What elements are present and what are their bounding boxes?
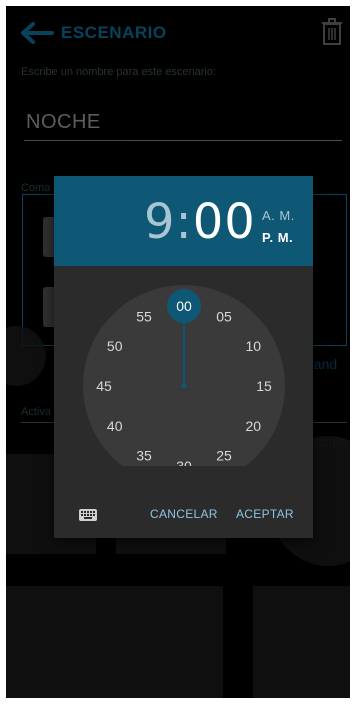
accept-button[interactable]: ACEPTAR bbox=[236, 507, 294, 521]
time-separator: : bbox=[175, 194, 193, 250]
minute-label-35[interactable]: 35 bbox=[136, 447, 152, 463]
minute-label-05[interactable]: 05 bbox=[216, 309, 232, 325]
am-toggle[interactable]: A. M. bbox=[262, 208, 295, 223]
name-prompt: Escribe un nombre para este escenario: bbox=[21, 66, 217, 78]
hour-display[interactable]: 9 bbox=[144, 194, 176, 250]
keyboard-icon[interactable] bbox=[79, 509, 97, 521]
time-picker-header: 9:00 A. M. P. M. bbox=[54, 176, 313, 266]
minute-label-50[interactable]: 50 bbox=[107, 338, 123, 354]
minute-label-45[interactable]: 45 bbox=[96, 378, 112, 394]
time-picker-dialog: 9:00 A. M. P. M. 00 05 10 15 20 25 30 35 40 45 50 5… bbox=[54, 176, 313, 538]
minute-label-25[interactable]: 25 bbox=[216, 447, 232, 463]
clock-center bbox=[181, 383, 187, 389]
minute-label-20[interactable]: 20 bbox=[246, 418, 262, 434]
back-arrow-icon[interactable] bbox=[20, 22, 54, 44]
time-display: 9:00 bbox=[144, 194, 256, 250]
minute-display[interactable]: 00 bbox=[193, 194, 256, 250]
background-tile bbox=[253, 586, 350, 698]
background-tile bbox=[6, 586, 223, 698]
minute-label-10[interactable]: 10 bbox=[246, 338, 262, 354]
pm-toggle[interactable]: P. M. bbox=[262, 230, 293, 245]
minute-label-40[interactable]: 40 bbox=[107, 418, 123, 434]
commands-label: Coma bbox=[21, 182, 51, 194]
top-bar: ESCENARIO bbox=[6, 6, 350, 62]
page-title: ESCENARIO bbox=[61, 23, 167, 42]
dialog-actions: CANCELAR ACEPTAR bbox=[54, 502, 313, 526]
minute-label-30[interactable]: 30 bbox=[176, 458, 192, 466]
minute-clock-dial[interactable]: 00 05 10 15 20 25 30 35 40 45 50 55 bbox=[54, 266, 313, 466]
minute-label-00[interactable]: 00 bbox=[176, 298, 192, 314]
cancel-button[interactable]: CANCELAR bbox=[150, 507, 218, 521]
trash-icon[interactable] bbox=[321, 18, 343, 46]
app-screen: ESCENARIO Escribe un nombre para este es… bbox=[6, 6, 350, 698]
activation-label: Activa bbox=[21, 406, 51, 418]
scenario-name-input[interactable]: NOCHE bbox=[24, 111, 342, 141]
minute-label-55[interactable]: 55 bbox=[136, 309, 152, 325]
minute-label-15[interactable]: 15 bbox=[256, 378, 272, 394]
